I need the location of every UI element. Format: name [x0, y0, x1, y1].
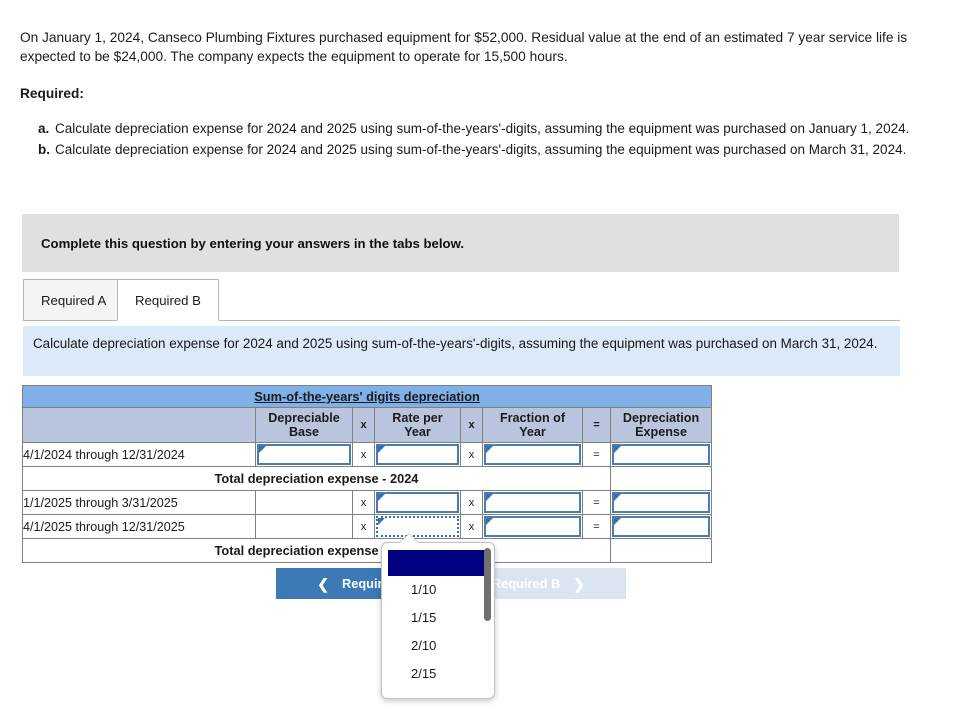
input-fraction-2025-rest[interactable]	[484, 516, 581, 537]
input-fraction-2024[interactable]	[484, 444, 581, 465]
input-base-2024-cell[interactable]	[255, 442, 353, 467]
header-depreciable-base: Depreciable Base	[255, 407, 353, 443]
input-rate-2025-q1-cell[interactable]	[374, 490, 461, 515]
header-rate-per-year: Rate per Year	[374, 407, 461, 443]
chevron-right-icon: ❯	[573, 575, 585, 592]
row-label-2025-q1-period: 1/1/2025 through 3/31/2025	[22, 490, 256, 515]
input-expense-2025-rest-cell[interactable]	[609, 514, 713, 539]
worksheet-title-row: Sum-of-the-years' digits depreciation	[21, 385, 713, 408]
instruction-bar-text: Complete this question by entering your …	[41, 235, 465, 251]
dropdown-option-2-15[interactable]: 2/15	[388, 660, 490, 688]
dropdown-option-1-10[interactable]: 1/10	[388, 576, 490, 604]
requirement-marker-a: a.	[38, 121, 50, 136]
worksheet-title: Sum-of-the-years' digits depreciation	[21, 385, 713, 408]
dropdown-callout-arrow	[400, 534, 418, 543]
header-depreciable-base-line2: Base	[288, 425, 320, 439]
input-base-2025-rest-cell[interactable]	[255, 514, 353, 539]
operator-equals: =	[582, 514, 611, 539]
requirement-marker-b: b.	[38, 142, 50, 157]
row-label-2024-period: 4/1/2024 through 12/31/2024	[22, 442, 256, 467]
header-operator-times-1: x	[352, 407, 375, 443]
total-2024-value	[609, 466, 713, 491]
dropdown-option-2-10[interactable]: 2/10	[388, 632, 490, 660]
input-rate-2025-q1[interactable]	[376, 492, 459, 513]
header-depreciable-base-line1: Depreciable	[268, 411, 340, 425]
dropdown-option-list[interactable]: 1/10 1/15 2/10 2/15	[388, 550, 490, 688]
operator-times: x	[460, 490, 483, 515]
operator-times: x	[352, 514, 375, 539]
header-rate-per-year-line1: Rate per	[392, 411, 443, 425]
worksheet-title-text: Sum-of-the-years' digits depreciation	[254, 389, 480, 404]
row-label-total-2024: Total depreciation expense - 2024	[22, 466, 611, 491]
depreciation-worksheet: Sum-of-the-years' digits depreciation De…	[21, 385, 713, 563]
info-banner: Calculate depreciation expense for 2024 …	[23, 326, 900, 376]
input-base-2024[interactable]	[257, 444, 351, 465]
header-fraction-of-year: Fraction of Year	[482, 407, 583, 443]
operator-times: x	[352, 442, 375, 467]
header-rate-per-year-line2: Year	[404, 425, 431, 439]
input-expense-2025-rest[interactable]	[612, 516, 711, 537]
input-rate-2024-cell[interactable]	[374, 442, 461, 467]
input-expense-2025-q1-cell[interactable]	[609, 490, 713, 515]
header-blank	[22, 407, 256, 443]
input-fraction-2025-q1-cell[interactable]	[482, 490, 583, 515]
table-row: 4/1/2025 through 12/31/2025 x x =	[22, 514, 713, 539]
header-depreciation-expense-line2: Expense	[635, 425, 687, 439]
dropdown-option-blank[interactable]	[388, 550, 490, 576]
requirements-list: a. Calculate depreciation expense for 20…	[38, 120, 948, 162]
input-rate-2024[interactable]	[376, 444, 459, 465]
next-button-label: Required B	[492, 576, 561, 591]
tab-required-a[interactable]: Required A	[23, 279, 125, 321]
requirement-text-b: Calculate depreciation expense for 2024 …	[55, 142, 907, 157]
requirement-text-a: Calculate depreciation expense for 2024 …	[55, 121, 910, 136]
header-operator-times-2: x	[460, 407, 483, 443]
input-fraction-2025-rest-cell[interactable]	[482, 514, 583, 539]
header-operator-equals: =	[582, 407, 611, 443]
tabstrip: Required A Required B	[23, 279, 900, 322]
header-fraction-of-year-line1: Fraction of	[499, 411, 566, 425]
worksheet-header-row: Depreciable Base x Rate per Year x Fract…	[22, 407, 713, 443]
total-2025-value	[609, 538, 713, 563]
dropdown-scrollbar-thumb[interactable]	[484, 548, 491, 621]
row-label-total-2025: Total depreciation expense - 2025	[22, 538, 611, 563]
requirement-item-a: a. Calculate depreciation expense for 20…	[38, 120, 948, 138]
input-expense-2024[interactable]	[612, 444, 711, 465]
input-base-2025-q1-cell[interactable]	[255, 490, 353, 515]
header-depreciation-expense: Depreciation Expense	[609, 407, 713, 443]
table-row: 4/1/2024 through 12/31/2024 x x =	[22, 442, 713, 467]
row-label-2025-rest-period: 4/1/2025 through 12/31/2025	[22, 514, 256, 539]
table-row: Total depreciation expense - 2025	[22, 538, 713, 563]
tab-required-b[interactable]: Required B	[117, 279, 219, 321]
input-fraction-2024-cell[interactable]	[482, 442, 583, 467]
dropdown-popup[interactable]: 1/10 1/15 2/10 2/15	[381, 542, 495, 699]
problem-statement: On January 1, 2024, Canseco Plumbing Fix…	[20, 30, 908, 64]
requirement-item-b: b. Calculate depreciation expense for 20…	[38, 141, 948, 159]
header-depreciation-expense-line1: Depreciation	[622, 411, 700, 425]
operator-equals: =	[582, 490, 611, 515]
operator-times: x	[352, 490, 375, 515]
operator-times: x	[460, 442, 483, 467]
input-expense-2024-cell[interactable]	[609, 442, 713, 467]
input-expense-2025-q1[interactable]	[612, 492, 711, 513]
required-heading: Required:	[20, 86, 84, 101]
instruction-bar: Complete this question by entering your …	[22, 214, 899, 272]
table-row: Total depreciation expense - 2024	[22, 466, 713, 491]
dropdown-option-1-15[interactable]: 1/15	[388, 604, 490, 632]
input-fraction-2025-q1[interactable]	[484, 492, 581, 513]
chevron-left-icon: ❮	[317, 575, 329, 592]
table-row: 1/1/2025 through 3/31/2025 x x =	[22, 490, 713, 515]
header-fraction-of-year-line2: Year	[519, 425, 546, 439]
operator-times: x	[460, 514, 483, 539]
operator-equals: =	[582, 442, 611, 467]
